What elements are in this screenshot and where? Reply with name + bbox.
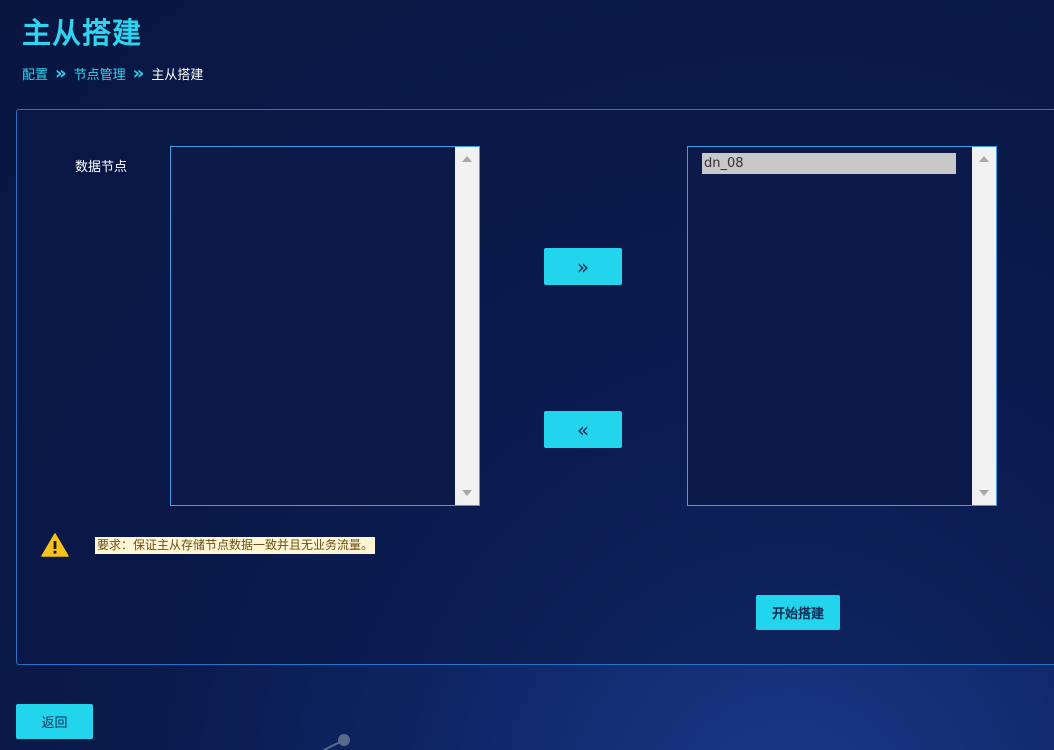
page-title: 主从搭建 xyxy=(22,16,143,50)
data-node-label: 数据节点 xyxy=(75,160,128,175)
scroll-up-arrow-icon[interactable] xyxy=(462,156,472,162)
list-item-node[interactable]: dn_08 xyxy=(702,153,956,174)
master-slave-panel: 数据节点 » « dn_08 要求：保证主从存储节点数据一致并且无业务流量。 开… xyxy=(16,109,1054,665)
scroll-up-arrow-icon[interactable] xyxy=(979,156,989,162)
start-setup-button[interactable]: 开始搭建 xyxy=(756,595,840,630)
selected-nodes-listbox[interactable]: dn_08 xyxy=(687,146,997,506)
warning-message: 要求：保证主从存储节点数据一致并且无业务流量。 xyxy=(95,537,376,554)
available-list-scrollbar[interactable] xyxy=(455,147,479,505)
move-right-button[interactable]: » xyxy=(544,248,622,285)
selected-list-scrollbar[interactable] xyxy=(972,147,996,505)
back-button[interactable]: 返回 xyxy=(16,704,93,739)
breadcrumb-item-config[interactable]: 配置 xyxy=(22,64,48,83)
scroll-down-arrow-icon[interactable] xyxy=(462,490,472,496)
breadcrumb-separator-icon: » xyxy=(132,63,145,84)
breadcrumb: 配置 » 节点管理 » 主从搭建 xyxy=(22,63,204,84)
move-left-button[interactable]: « xyxy=(544,411,622,448)
available-nodes-listbox[interactable] xyxy=(170,146,480,506)
warning-icon xyxy=(41,533,69,557)
decorative-node-graphic xyxy=(323,734,350,750)
scroll-down-arrow-icon[interactable] xyxy=(979,490,989,496)
breadcrumb-item-node-management[interactable]: 节点管理 xyxy=(74,64,126,83)
breadcrumb-separator-icon: » xyxy=(55,63,67,84)
breadcrumb-item-current: 主从搭建 xyxy=(151,68,204,83)
